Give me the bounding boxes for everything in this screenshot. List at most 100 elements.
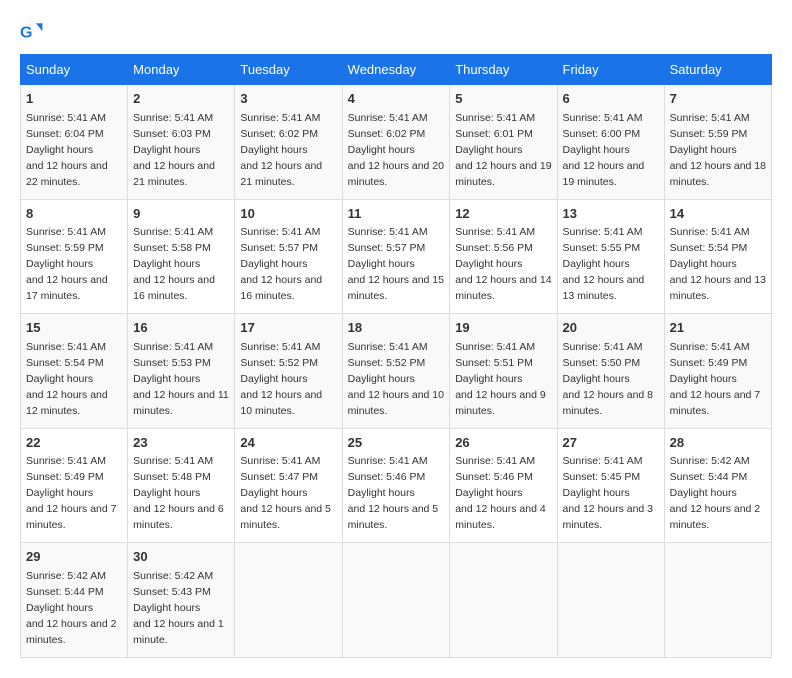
daylight-label: Daylight hours (133, 373, 200, 385)
header-saturday: Saturday (664, 55, 771, 85)
daylight-value: and 12 hours and 10 minutes. (348, 389, 444, 417)
sunset-info: Sunset: 5:59 PM (26, 242, 104, 254)
sunset-info: Sunset: 5:54 PM (26, 357, 104, 369)
daylight-label: Daylight hours (670, 373, 737, 385)
daylight-value: and 12 hours and 20 minutes. (348, 160, 444, 188)
sunset-info: Sunset: 5:46 PM (455, 471, 533, 483)
calendar-cell: 26 Sunrise: 5:41 AM Sunset: 5:46 PM Dayl… (450, 428, 557, 543)
header-wednesday: Wednesday (342, 55, 450, 85)
daylight-label: Daylight hours (670, 258, 737, 270)
daylight-value: and 12 hours and 3 minutes. (563, 503, 654, 531)
daylight-label: Daylight hours (670, 144, 737, 156)
daylight-value: and 12 hours and 19 minutes. (563, 160, 645, 188)
day-number: 2 (133, 90, 229, 109)
sunrise-info: Sunrise: 5:41 AM (670, 341, 750, 353)
sunrise-info: Sunrise: 5:41 AM (348, 112, 428, 124)
calendar-table: SundayMondayTuesdayWednesdayThursdayFrid… (20, 54, 772, 658)
sunrise-info: Sunrise: 5:41 AM (26, 226, 106, 238)
daylight-value: and 12 hours and 12 minutes. (26, 389, 108, 417)
calendar-cell: 15 Sunrise: 5:41 AM Sunset: 5:54 PM Dayl… (21, 314, 128, 429)
sunrise-info: Sunrise: 5:41 AM (26, 455, 106, 467)
daylight-label: Daylight hours (563, 144, 630, 156)
calendar-cell: 27 Sunrise: 5:41 AM Sunset: 5:45 PM Dayl… (557, 428, 664, 543)
daylight-value: and 12 hours and 9 minutes. (455, 389, 546, 417)
daylight-label: Daylight hours (563, 373, 630, 385)
daylight-label: Daylight hours (240, 144, 307, 156)
sunset-info: Sunset: 5:50 PM (563, 357, 641, 369)
logo-icon: G (20, 20, 44, 44)
daylight-value: and 12 hours and 7 minutes. (26, 503, 117, 531)
daylight-label: Daylight hours (563, 258, 630, 270)
sunrise-info: Sunrise: 5:41 AM (240, 112, 320, 124)
calendar-header-row: SundayMondayTuesdayWednesdayThursdayFrid… (21, 55, 772, 85)
daylight-label: Daylight hours (455, 258, 522, 270)
sunset-info: Sunset: 5:51 PM (455, 357, 533, 369)
calendar-cell: 7 Sunrise: 5:41 AM Sunset: 5:59 PM Dayli… (664, 85, 771, 200)
svg-text:G: G (20, 25, 32, 42)
daylight-label: Daylight hours (240, 258, 307, 270)
header-thursday: Thursday (450, 55, 557, 85)
daylight-value: and 12 hours and 21 minutes. (240, 160, 322, 188)
calendar-cell: 30 Sunrise: 5:42 AM Sunset: 5:43 PM Dayl… (128, 543, 235, 658)
sunset-info: Sunset: 5:44 PM (26, 586, 104, 598)
sunrise-info: Sunrise: 5:41 AM (26, 341, 106, 353)
daylight-label: Daylight hours (240, 373, 307, 385)
day-number: 9 (133, 205, 229, 224)
calendar-cell: 8 Sunrise: 5:41 AM Sunset: 5:59 PM Dayli… (21, 199, 128, 314)
sunrise-info: Sunrise: 5:41 AM (563, 455, 643, 467)
calendar-cell: 4 Sunrise: 5:41 AM Sunset: 6:02 PM Dayli… (342, 85, 450, 200)
daylight-value: and 12 hours and 7 minutes. (670, 389, 761, 417)
daylight-value: and 12 hours and 8 minutes. (563, 389, 654, 417)
daylight-value: and 12 hours and 21 minutes. (133, 160, 215, 188)
calendar-cell (664, 543, 771, 658)
sunset-info: Sunset: 6:00 PM (563, 128, 641, 140)
sunrise-info: Sunrise: 5:41 AM (563, 112, 643, 124)
calendar-cell: 25 Sunrise: 5:41 AM Sunset: 5:46 PM Dayl… (342, 428, 450, 543)
day-number: 17 (240, 319, 336, 338)
day-number: 21 (670, 319, 766, 338)
sunrise-info: Sunrise: 5:41 AM (563, 226, 643, 238)
daylight-value: and 12 hours and 19 minutes. (455, 160, 551, 188)
day-number: 23 (133, 434, 229, 453)
sunset-info: Sunset: 5:56 PM (455, 242, 533, 254)
day-number: 30 (133, 548, 229, 567)
daylight-value: and 12 hours and 13 minutes. (563, 274, 645, 302)
sunset-info: Sunset: 5:52 PM (348, 357, 426, 369)
sunrise-info: Sunrise: 5:41 AM (670, 112, 750, 124)
calendar-cell: 14 Sunrise: 5:41 AM Sunset: 5:54 PM Dayl… (664, 199, 771, 314)
sunrise-info: Sunrise: 5:41 AM (133, 226, 213, 238)
calendar-cell: 28 Sunrise: 5:42 AM Sunset: 5:44 PM Dayl… (664, 428, 771, 543)
sunset-info: Sunset: 5:53 PM (133, 357, 211, 369)
sunrise-info: Sunrise: 5:41 AM (348, 226, 428, 238)
sunset-info: Sunset: 5:52 PM (240, 357, 318, 369)
daylight-label: Daylight hours (133, 144, 200, 156)
calendar-cell: 10 Sunrise: 5:41 AM Sunset: 5:57 PM Dayl… (235, 199, 342, 314)
calendar-cell: 11 Sunrise: 5:41 AM Sunset: 5:57 PM Dayl… (342, 199, 450, 314)
day-number: 12 (455, 205, 551, 224)
sunset-info: Sunset: 5:54 PM (670, 242, 748, 254)
daylight-value: and 12 hours and 16 minutes. (240, 274, 322, 302)
sunrise-info: Sunrise: 5:42 AM (670, 455, 750, 467)
daylight-label: Daylight hours (26, 373, 93, 385)
calendar-cell (557, 543, 664, 658)
sunrise-info: Sunrise: 5:41 AM (455, 226, 535, 238)
day-number: 1 (26, 90, 122, 109)
calendar-cell: 19 Sunrise: 5:41 AM Sunset: 5:51 PM Dayl… (450, 314, 557, 429)
calendar-week-5: 29 Sunrise: 5:42 AM Sunset: 5:44 PM Dayl… (21, 543, 772, 658)
sunset-info: Sunset: 5:55 PM (563, 242, 641, 254)
day-number: 29 (26, 548, 122, 567)
daylight-value: and 12 hours and 2 minutes. (670, 503, 761, 531)
day-number: 5 (455, 90, 551, 109)
calendar-week-1: 1 Sunrise: 5:41 AM Sunset: 6:04 PM Dayli… (21, 85, 772, 200)
sunset-info: Sunset: 5:49 PM (670, 357, 748, 369)
daylight-value: and 12 hours and 2 minutes. (26, 618, 117, 646)
day-number: 16 (133, 319, 229, 338)
header-friday: Friday (557, 55, 664, 85)
header-sunday: Sunday (21, 55, 128, 85)
sunrise-info: Sunrise: 5:41 AM (348, 341, 428, 353)
daylight-value: and 12 hours and 10 minutes. (240, 389, 322, 417)
sunset-info: Sunset: 5:49 PM (26, 471, 104, 483)
sunrise-info: Sunrise: 5:41 AM (133, 455, 213, 467)
calendar-cell: 1 Sunrise: 5:41 AM Sunset: 6:04 PM Dayli… (21, 85, 128, 200)
daylight-label: Daylight hours (26, 258, 93, 270)
